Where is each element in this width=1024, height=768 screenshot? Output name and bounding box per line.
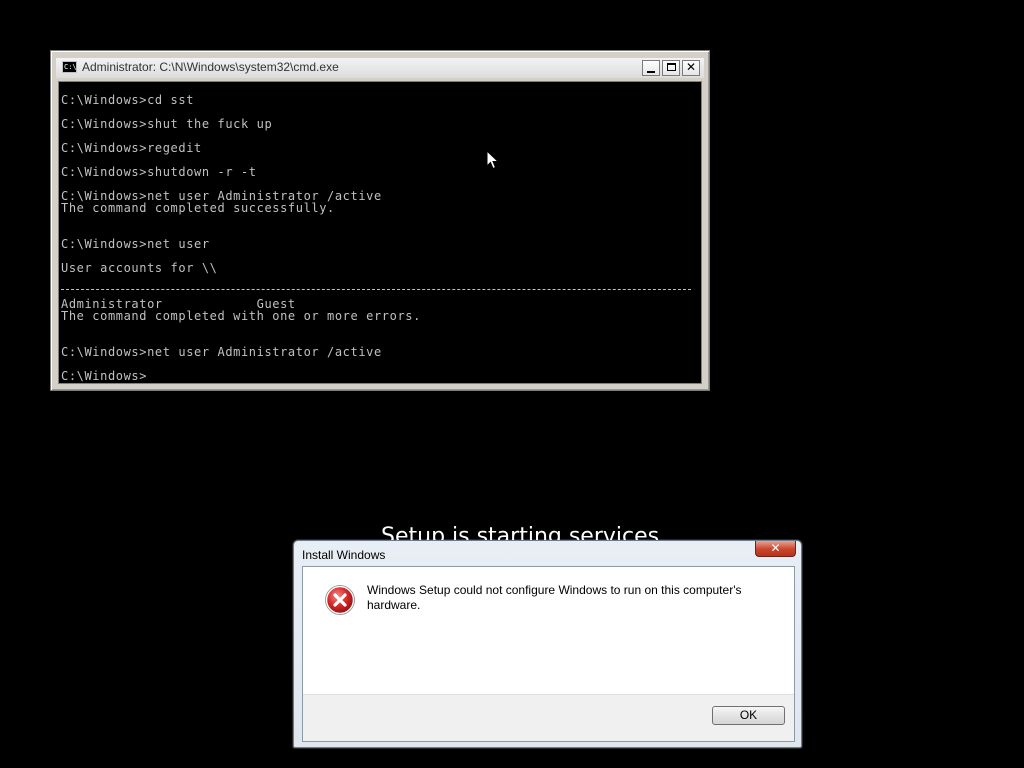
console-line: C:\Windows>regedit (61, 141, 202, 155)
console-divider (61, 289, 691, 290)
error-icon (325, 585, 355, 615)
console-line: C:\Windows>net user Administrator /activ… (61, 345, 382, 359)
minimize-icon (647, 71, 655, 73)
close-icon: ✕ (685, 60, 697, 74)
cmd-app-icon[interactable]: C:\ (62, 61, 77, 73)
close-icon: ✕ (770, 541, 781, 555)
console-edge (697, 82, 701, 383)
ok-button[interactable]: OK (712, 706, 785, 725)
cmd-window-title: Administrator: C:\N\Windows\system32\cmd… (82, 60, 339, 74)
console-line: C:\Windows>shut the fuck up (61, 117, 273, 131)
console-line: C:\Windows>net user (61, 237, 210, 251)
install-windows-dialog[interactable]: Install Windows ✕ Windows Setup could no… (293, 540, 802, 748)
console-line: User accounts for \\ (61, 261, 218, 275)
console-line: C:\Windows>cd sst (61, 93, 195, 107)
cmd-titlebar[interactable]: C:\ Administrator: C:\N\Windows\system32… (56, 58, 704, 78)
minimize-button[interactable] (642, 60, 660, 76)
console-line: The command completed successfully. (61, 201, 335, 215)
mouse-pointer-icon (486, 150, 500, 170)
dialog-message: Windows Setup could not configure Window… (367, 583, 742, 612)
console-prompt[interactable]: C:\Windows> (61, 370, 147, 382)
close-button[interactable]: ✕ (682, 60, 700, 76)
console-line: C:\Windows>shutdown -r -t (61, 165, 257, 179)
maximize-icon (666, 63, 676, 71)
console-output[interactable]: C:\Windows>cd sst C:\Windows>shut the fu… (58, 81, 702, 384)
dialog-close-button[interactable]: ✕ (755, 541, 796, 557)
console-line: The command completed with one or more e… (61, 309, 421, 323)
cmd-window[interactable]: C:\ Administrator: C:\N\Windows\system32… (50, 50, 710, 391)
dialog-content: Windows Setup could not configure Window… (302, 566, 795, 742)
maximize-button[interactable] (662, 60, 680, 76)
dialog-title: Install Windows (302, 548, 386, 562)
